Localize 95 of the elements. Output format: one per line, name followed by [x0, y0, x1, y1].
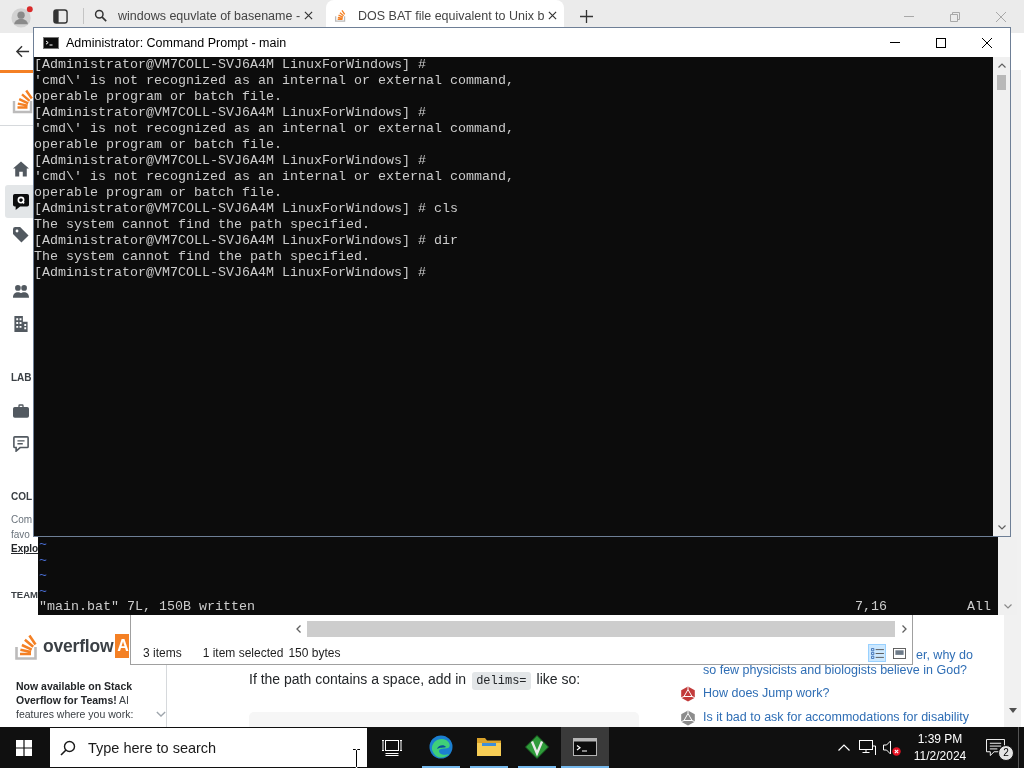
close-icon	[982, 37, 992, 48]
console-line: [Administrator@VM7COLL-SVJ6A4M LinuxForWindows] #	[34, 57, 426, 73]
scroll-position: All	[967, 599, 991, 615]
question-bubble-icon	[13, 193, 29, 210]
console-line: [Administrator@VM7COLL-SVJ6A4M LinuxForWindows] #	[34, 105, 426, 121]
console-line: operable program or batch file.	[34, 89, 282, 105]
question-link[interactable]: How does Jump work?	[703, 686, 830, 701]
task-view-icon	[382, 739, 402, 756]
console-line: [Administrator@VM7COLL-SVJ6A4M LinuxForWindows] # cls	[34, 201, 458, 217]
stack-icon	[334, 9, 347, 22]
caret-down-icon	[997, 525, 1006, 530]
home-icon	[13, 160, 29, 177]
console-line: 'cmd\' is not recognized as an internal or external command,	[34, 121, 514, 137]
terminal-icon	[573, 735, 597, 759]
question-link[interactable]: Is it bad to ask for accommodations for disability	[703, 710, 970, 725]
windows-logo-icon	[16, 739, 32, 756]
plus-icon	[579, 9, 593, 23]
tag-icon	[13, 226, 29, 243]
briefcase-icon	[13, 402, 29, 419]
building-icon	[13, 315, 29, 332]
chat-icon	[13, 435, 29, 452]
cursor-position: 7,16	[855, 599, 888, 615]
empty-line-marker: ~	[39, 568, 47, 584]
diamond-icon	[525, 735, 549, 759]
window-title: Administrator: Command Prompt - main	[66, 35, 287, 50]
close-icon	[547, 11, 557, 20]
explore-link[interactable]: Explo	[11, 542, 39, 557]
users-icon	[13, 282, 29, 299]
section-heading: TEAM	[11, 587, 38, 602]
section-heading: COL	[11, 490, 33, 504]
browser-tab[interactable]: windows equvlate of basename -	[86, 0, 324, 27]
tabs-icon	[52, 8, 68, 24]
terminal-icon	[43, 36, 59, 49]
speaker-error-icon	[883, 739, 901, 756]
stack-logo-icon	[15, 632, 40, 660]
close-icon	[303, 11, 313, 20]
view-button[interactable]	[868, 644, 886, 662]
console-line: operable program or batch file.	[34, 185, 282, 201]
caret-up-icon	[997, 63, 1006, 68]
caret-right-icon	[901, 624, 907, 633]
console-line: [Administrator@VM7COLL-SVJ6A4M LinuxForWindows] #	[34, 153, 426, 169]
question-link[interactable]: er, why do	[916, 648, 973, 663]
console-line: operable program or batch file.	[34, 137, 282, 153]
console-line: 'cmd\' is not recognized as an internal or external command,	[34, 169, 514, 185]
search-input[interactable]: Type here to search	[88, 739, 288, 756]
section-heading: LAB	[11, 371, 32, 385]
scrollbar-thumb[interactable]	[307, 620, 895, 637]
message-icon	[986, 739, 1005, 756]
close-icon	[996, 11, 1006, 22]
monitor-icon	[859, 739, 877, 756]
empty-line-marker: ~	[39, 537, 47, 553]
maximize-icon	[936, 37, 946, 48]
clock-date[interactable]: 11/2/2024	[913, 747, 967, 765]
large-icons-view-icon	[892, 647, 906, 659]
browser-tab[interactable]: DOS BAT file equivalent to Unix b	[326, 0, 564, 27]
triangle-down-icon	[1008, 708, 1017, 713]
status-message: "main.bat" 7L, 150B written	[39, 599, 256, 615]
console-line: [Administrator@VM7COLL-SVJ6A4M LinuxForWindows] #	[34, 265, 426, 281]
logo-badge: A	[115, 634, 129, 658]
selection-count: 1 item selected	[202, 646, 284, 660]
console-line: The system cannot find the path specified.	[34, 217, 370, 233]
search-box[interactable]: Type here to search	[50, 728, 367, 767]
section-text: Com	[11, 513, 33, 527]
section-text: favo	[11, 527, 30, 542]
search-icon	[94, 9, 107, 22]
taskbar-app[interactable]	[561, 727, 609, 768]
clock-time[interactable]: 1:39 PM	[917, 730, 963, 748]
minimize-icon	[890, 42, 900, 43]
scrollbar-thumb[interactable]	[997, 75, 1006, 90]
console-line: [Administrator@VM7COLL-SVJ6A4M LinuxForWindows] # dir	[34, 233, 458, 249]
logo-text: overflow	[43, 635, 114, 657]
text-cursor-icon	[352, 748, 361, 768]
folder-icon	[477, 735, 501, 759]
caret-down-icon	[1003, 604, 1012, 609]
restore-icon	[950, 11, 960, 22]
console-line: The system cannot find the path specified.	[34, 249, 370, 265]
question-link[interactable]: so few physicists and biologists believe in God?	[703, 663, 968, 678]
caret-left-icon	[295, 624, 301, 633]
notification-badge: 2	[998, 745, 1014, 761]
search-icon	[60, 739, 76, 756]
answer-text: If the path contains a space, add in delims= like so:	[249, 670, 581, 690]
nav-item[interactable]	[5, 185, 33, 218]
swirl-icon	[429, 735, 453, 759]
minimize-icon	[904, 16, 914, 17]
profile-icon[interactable]	[11, 6, 33, 28]
details-view-icon	[870, 647, 884, 659]
empty-line-marker: ~	[39, 583, 47, 600]
caret-up-icon	[838, 744, 850, 751]
selection-size: 150 bytes	[288, 646, 341, 660]
promo-text: Now available on Stack Overflow for Teams! AI features where you work:	[16, 679, 135, 721]
console-line: 'cmd\' is not recognized as an internal or external command,	[34, 73, 514, 89]
notifications-button[interactable]: 2	[978, 727, 1018, 768]
item-count: 3 items	[143, 646, 182, 660]
back-arrow-icon	[15, 44, 30, 59]
empty-line-marker: ~	[39, 552, 47, 569]
